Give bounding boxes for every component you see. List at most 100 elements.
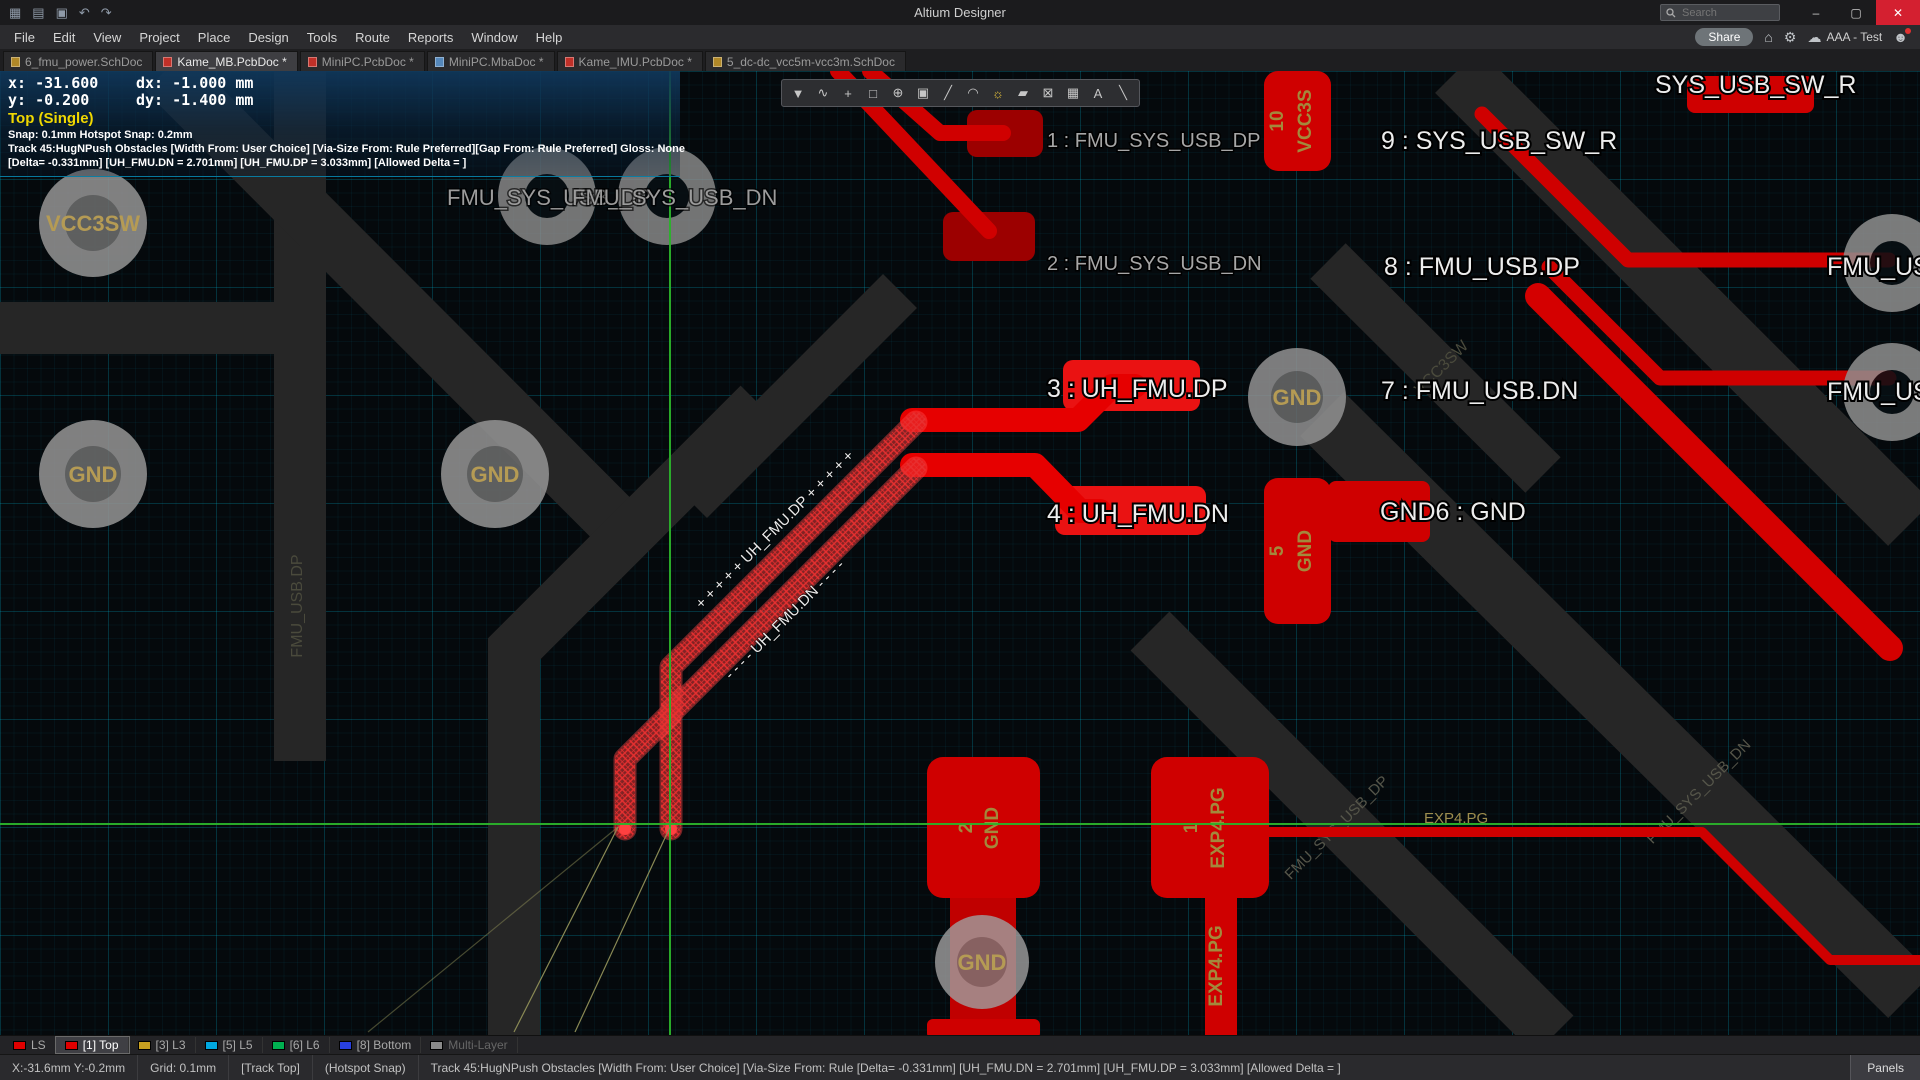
polygon-icon[interactable]: ▰ <box>1012 83 1034 104</box>
top-layer-pads[interactable] <box>927 71 1814 1035</box>
pcbdoc-icon <box>308 57 317 67</box>
net-label-exp4-pg: EXP4.PG <box>1424 810 1488 827</box>
highlight-icon[interactable]: ☼ <box>987 83 1009 104</box>
layer-color-swatch <box>138 1041 151 1050</box>
svg-text:EXP4.PG: EXP4.PG <box>1206 925 1227 1006</box>
menu-window[interactable]: Window <box>462 27 526 48</box>
pin-label-4: 4 : UH_FMU.DN <box>1047 500 1229 528</box>
panels-button[interactable]: Panels <box>1850 1055 1920 1080</box>
selection-filter-icon[interactable]: ▼ <box>787 83 809 104</box>
svg-text:5: 5 <box>1267 545 1288 556</box>
pad-bottom-partial[interactable] <box>927 1019 1040 1035</box>
status-bar: X:-31.6mm Y:-0.2mm Grid: 0.1mm [Track To… <box>0 1054 1920 1080</box>
layer-tab-l3[interactable]: [3] L3 <box>129 1037 196 1053</box>
pad-icon[interactable]: ▣ <box>912 83 934 104</box>
floating-toolbar: ▼ ∿ + □ ⊕ ▣ ╱ ◠ ☼ ▰ ⊠ ▦ A ╲ <box>781 79 1140 107</box>
menu-project[interactable]: Project <box>130 27 188 48</box>
pcb-canvas[interactable]: FMU_USB.DP VCC3SW FMU_SYS_USB_DP FMU_SYS… <box>0 71 1920 1035</box>
hud-y: y: -0.200 <box>8 92 136 109</box>
minimize-button[interactable]: – <box>1796 0 1836 25</box>
layer-label: [6] L6 <box>290 1038 320 1052</box>
menu-tools[interactable]: Tools <box>298 27 346 48</box>
svg-text:GND: GND <box>1295 530 1316 572</box>
layer-color-swatch <box>430 1041 443 1050</box>
search-icon <box>1666 8 1676 18</box>
layer-tab-ls[interactable]: LS <box>4 1037 56 1053</box>
tab-minipc-mba[interactable]: MiniPC.MbaDoc * <box>427 51 555 71</box>
layer-label: LS <box>31 1038 46 1052</box>
menu-view[interactable]: View <box>84 27 130 48</box>
maximize-button[interactable]: ▢ <box>1836 0 1876 25</box>
pin-label-fmu-us-a: FMU_US <box>1827 253 1920 281</box>
status-coordinates: X:-31.6mm Y:-0.2mm <box>0 1055 138 1080</box>
pin-label-1: 1 : FMU_SYS_USB_DP <box>1047 130 1260 152</box>
settings-gear-icon[interactable]: ⚙ <box>1784 29 1797 46</box>
redo-icon[interactable]: ↷ <box>101 5 112 21</box>
tab-6-fmu-power[interactable]: 6_fmu_power.SchDoc <box>3 51 153 71</box>
title-bar: ▦ ▤ ▣ ↶ ↷ Altium Designer – ▢ ✕ <box>0 0 1920 25</box>
menu-help[interactable]: Help <box>527 27 572 48</box>
hud-snap-info: Snap: 0.1mm Hotspot Snap: 0.2mm <box>8 128 672 142</box>
user-menu-icon[interactable]: ☻ <box>1893 29 1908 45</box>
pin-label-2: 2 : FMU_SYS_USB_DN <box>1047 253 1262 275</box>
menu-file[interactable]: File <box>5 27 44 48</box>
home-icon[interactable]: ⌂ <box>1764 29 1772 45</box>
layer-tab-bottom[interactable]: [8] Bottom <box>330 1037 422 1053</box>
pad-label-gnd: GND <box>958 950 1007 975</box>
tab-label: MiniPC.MbaDoc * <box>449 55 544 69</box>
via-icon[interactable]: ⊕ <box>887 83 909 104</box>
layer-color-swatch <box>339 1041 352 1050</box>
arc-icon[interactable]: ◠ <box>962 83 984 104</box>
hud-delta-info: [Delta= -0.331mm] [UH_FMU.DN = 2.701mm] … <box>8 156 672 170</box>
region-icon[interactable]: □ <box>862 83 884 104</box>
window-title: Altium Designer <box>0 5 1920 20</box>
svg-text:10: 10 <box>1267 110 1288 131</box>
layer-tab-top[interactable]: [1] Top <box>56 1037 129 1053</box>
tab-label: Kame_MB.PcbDoc * <box>177 55 286 69</box>
origin-icon[interactable]: + <box>837 83 859 104</box>
layer-color-swatch <box>272 1041 285 1050</box>
status-snap: (Hotspot Snap) <box>313 1055 419 1080</box>
pin-label-9: 9 : SYS_USB_SW_R <box>1381 127 1617 155</box>
status-routing-info: Track 45:HugNPush Obstacles [Width From:… <box>419 1055 1851 1080</box>
open-icon[interactable]: ▣ <box>56 5 68 21</box>
layer-tab-l5[interactable]: [5] L5 <box>196 1037 263 1053</box>
layer-tab-l6[interactable]: [6] L6 <box>263 1037 330 1053</box>
svg-text:VCC3S: VCC3S <box>1295 89 1316 152</box>
undo-icon[interactable]: ↶ <box>79 5 90 21</box>
rule-icon[interactable]: ⊠ <box>1037 83 1059 104</box>
account-widget[interactable]: ☁ AAA - Test <box>1807 29 1882 46</box>
share-button[interactable]: Share <box>1695 28 1753 46</box>
pad-label-gnd: GND <box>471 462 520 487</box>
tab-kame-imu[interactable]: Kame_IMU.PcbDoc * <box>557 51 703 71</box>
search-input[interactable] <box>1680 6 1772 20</box>
menu-route[interactable]: Route <box>346 27 399 48</box>
image-icon[interactable]: ▦ <box>1062 83 1084 104</box>
schdoc-icon <box>11 57 20 67</box>
tab-dcdc-sch[interactable]: 5_dc-dc_vcc5m-vcc3m.SchDoc <box>705 51 906 71</box>
line-icon[interactable]: ╲ <box>1112 83 1134 104</box>
layer-tab-multi-layer[interactable]: Multi-Layer <box>421 1037 517 1053</box>
status-mode: [Track Top] <box>229 1055 313 1080</box>
save-icon[interactable]: ▤ <box>32 5 44 21</box>
pin-label-8: 8 : FMU_USB.DP <box>1384 253 1580 281</box>
measure-icon[interactable]: ╱ <box>937 83 959 104</box>
layer-label: [8] Bottom <box>357 1038 412 1052</box>
pcb-drawing[interactable]: FMU_USB.DP VCC3SW FMU_SYS_USB_DP FMU_SYS… <box>0 71 1920 1035</box>
app-icon[interactable]: ▦ <box>9 5 21 21</box>
menu-design[interactable]: Design <box>239 27 297 48</box>
cloud-icon: ☁ <box>1807 29 1821 46</box>
tab-kame-mb[interactable]: Kame_MB.PcbDoc * <box>155 51 297 71</box>
text-icon[interactable]: A <box>1087 83 1109 104</box>
net-name-fmu-usb-dp: FMU_USB.DP <box>289 554 306 657</box>
search-box[interactable] <box>1660 4 1780 21</box>
close-button[interactable]: ✕ <box>1876 0 1920 25</box>
layer-color-swatch <box>13 1041 26 1050</box>
tab-minipc-pcb[interactable]: MiniPC.PcbDoc * <box>300 51 425 71</box>
menu-reports[interactable]: Reports <box>399 27 463 48</box>
pcbdoc-icon <box>565 57 574 67</box>
interactive-route-icon[interactable]: ∿ <box>812 83 834 104</box>
status-grid: Grid: 0.1mm <box>138 1055 229 1080</box>
menu-place[interactable]: Place <box>189 27 240 48</box>
menu-edit[interactable]: Edit <box>44 27 84 48</box>
